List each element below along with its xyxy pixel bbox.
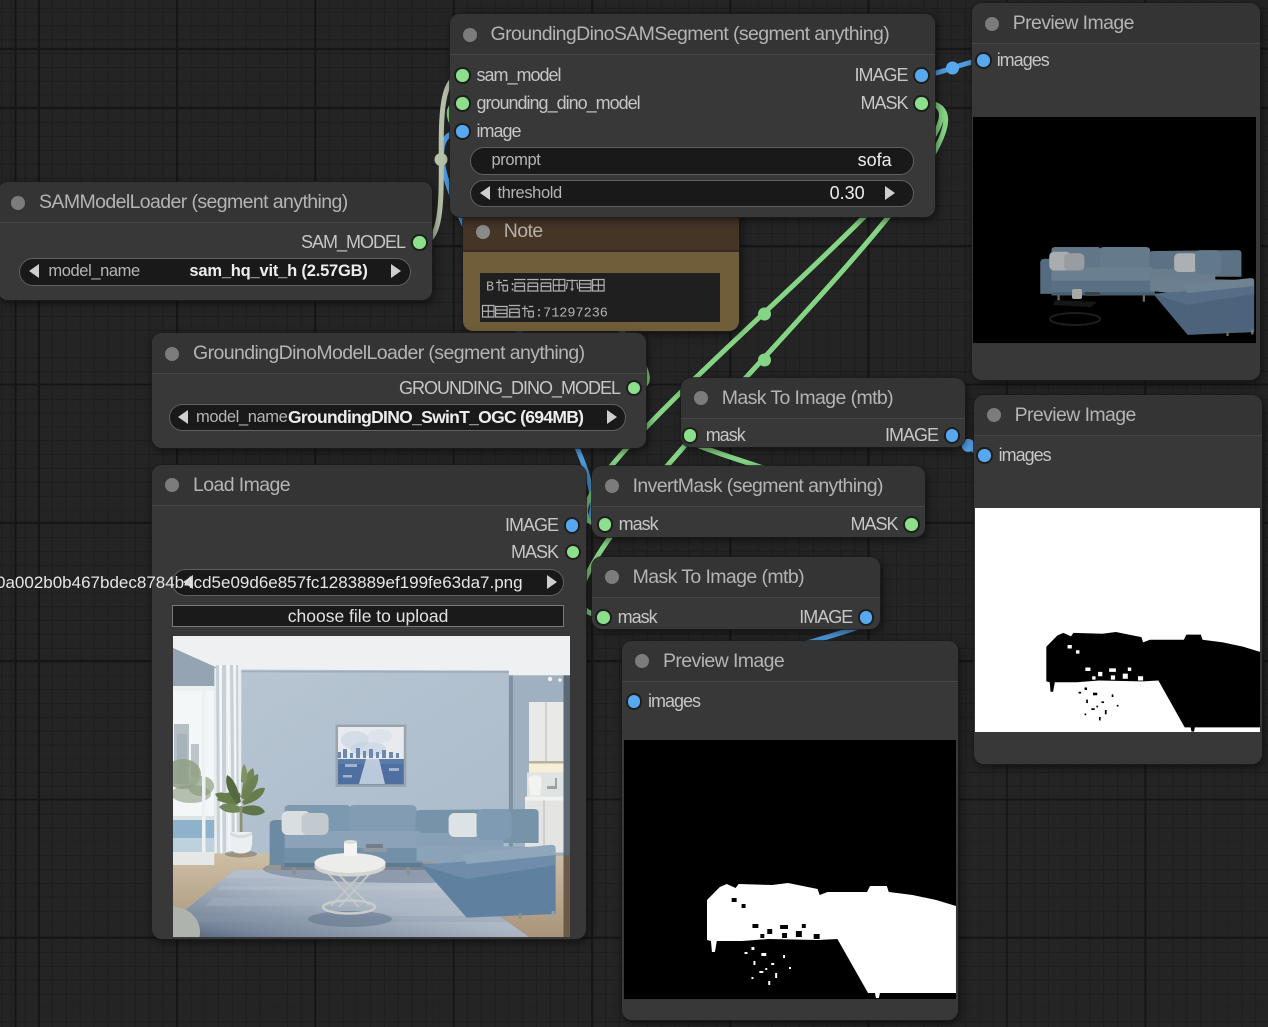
svg-text::71297236: :71297236 [535,307,608,322]
svg-text::: : [508,281,516,296]
svg-text:B: B [486,281,494,296]
